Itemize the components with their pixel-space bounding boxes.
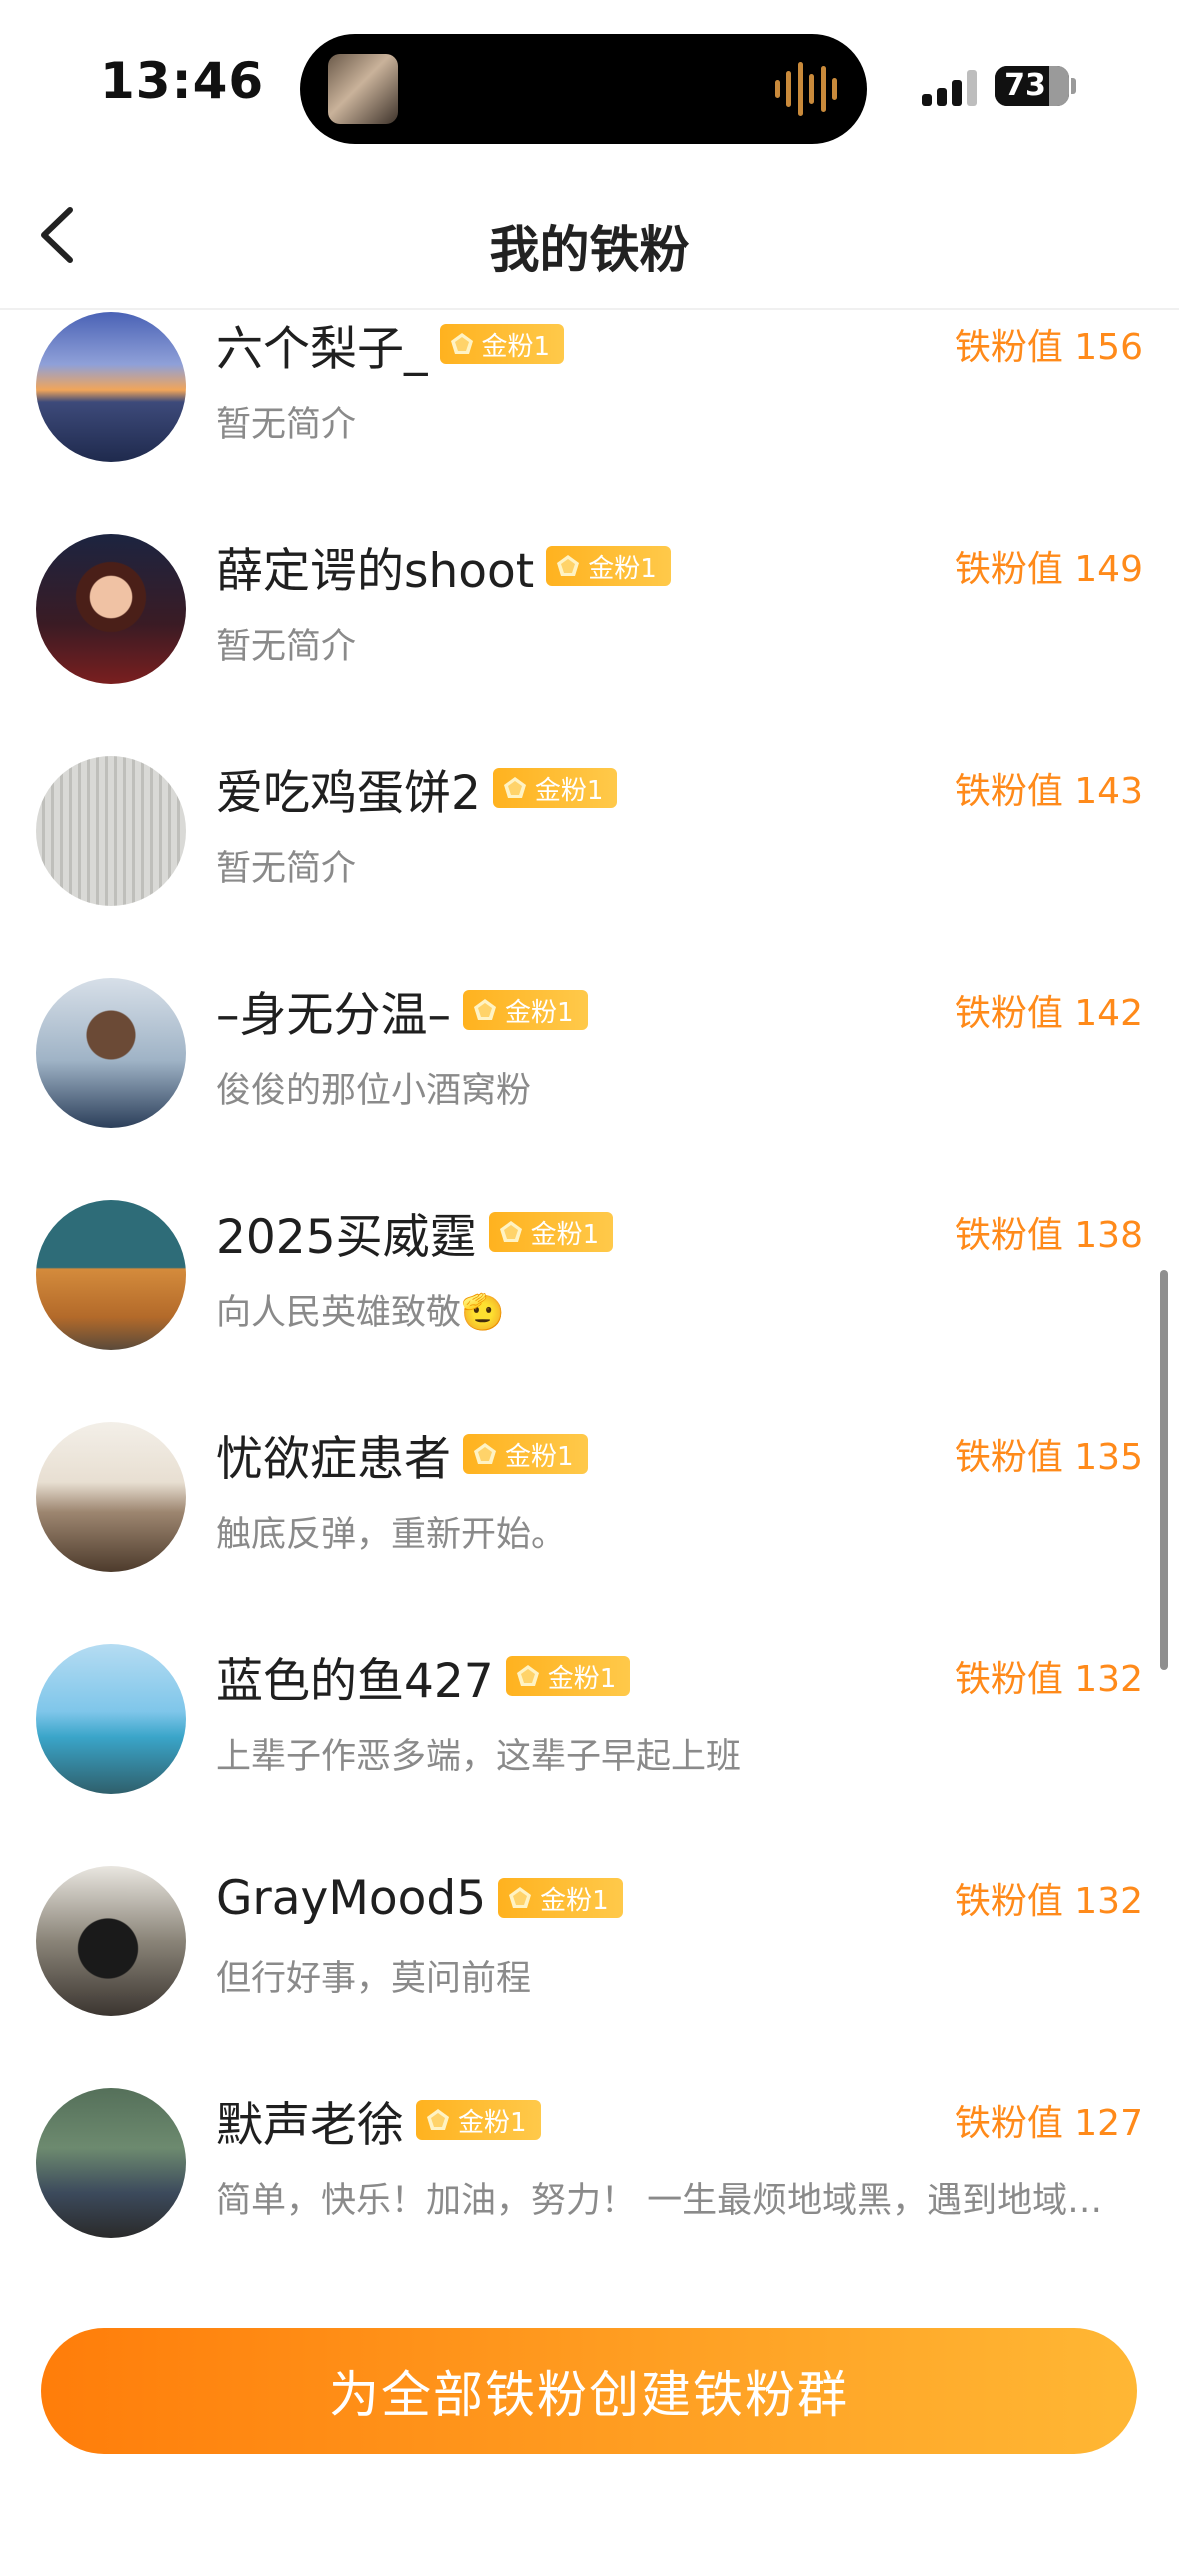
gem-icon [474, 999, 496, 1020]
fan-score: 铁粉值 156 [954, 327, 1143, 368]
gold-fan-badge: 金粉1 [463, 1434, 588, 1474]
badge-label: 金粉1 [530, 1219, 600, 1250]
gem-icon [503, 777, 526, 798]
fan-row[interactable]: 爱吃鸡蛋饼2 金粉1 铁粉值 143 暂无简介 [0, 756, 1179, 978]
cellular-signal-icon [922, 70, 980, 106]
fan-score: 铁粉值 135 [954, 1437, 1143, 1478]
fan-list[interactable]: 六个梨子_ 金粉1 铁粉值 156 暂无简介 薛定谔的shoot 金粉1 铁粉值 149 暂无… [0, 312, 1179, 2302]
badge-label: 金粉1 [588, 553, 657, 584]
gold-fan-badge: 金粉1 [505, 1656, 631, 1696]
fan-bio: 向人民英雄致敬🫡 [216, 1293, 505, 1333]
badge-label: 金粉1 [540, 1885, 609, 1916]
avatar-portrait[interactable] [36, 534, 186, 684]
avatar-house-poster[interactable] [36, 1200, 186, 1350]
badge-label: 金粉1 [458, 2107, 527, 2138]
fan-name[interactable]: 2025买威霆 [216, 1198, 477, 1267]
avatar-seascape[interactable] [36, 312, 186, 462]
fan-row[interactable]: 薛定谔的shoot 金粉1 铁粉值 149 暂无简介 [0, 534, 1179, 756]
status-time: 13:46 [100, 52, 265, 110]
fan-row[interactable]: 六个梨子_ 金粉1 铁粉值 156 暂无简介 [0, 312, 1179, 534]
fan-name-line: GrayMood5 金粉1 [216, 1866, 623, 1930]
badge-label: 金粉1 [547, 1663, 617, 1694]
dynamic-island[interactable] [300, 34, 867, 144]
gold-fan-badge: 金粉1 [546, 546, 671, 586]
avatar-group[interactable] [36, 2088, 186, 2238]
badge-label: 金粉1 [505, 1441, 574, 1472]
avatar-beach[interactable] [36, 1644, 186, 1794]
avatar-street[interactable] [36, 1422, 186, 1572]
gem-icon [450, 333, 473, 354]
fan-row[interactable]: 忧欲症患者 金粉1 铁粉值 135 触底反弹，重新开始。 [0, 1422, 1179, 1644]
fan-bio: 俊俊的那位小酒窝粉 [216, 1071, 532, 1111]
scrollbar[interactable] [1160, 1270, 1168, 1670]
fan-row[interactable]: 2025买威霆 金粉1 铁粉值 138 向人民英雄致敬🫡 [0, 1200, 1179, 1422]
fan-name[interactable]: 薛定谔的shoot [216, 532, 534, 601]
fan-name[interactable]: 忧欲症患者 [216, 1420, 451, 1489]
fan-row[interactable]: –身无分温– 金粉1 铁粉值 142 俊俊的那位小酒窝粉 [0, 978, 1179, 1200]
avatar-person[interactable] [36, 978, 186, 1128]
fan-name-line: –身无分温– 金粉1 [216, 976, 588, 1045]
badge-label: 金粉1 [534, 775, 604, 806]
fan-name[interactable]: –身无分温– [216, 976, 451, 1045]
fan-score: 铁粉值 143 [954, 771, 1143, 812]
fan-name-line: 默声老徐 金粉1 [216, 2086, 541, 2155]
avatar-barcode[interactable] [36, 756, 186, 906]
fan-bio: 暂无简介 [216, 405, 357, 445]
gold-fan-badge: 金粉1 [463, 990, 588, 1030]
now-playing-artwork [328, 54, 398, 124]
gold-fan-badge: 金粉1 [416, 2100, 541, 2140]
fan-bio: 简单，快乐！加油，努力！ 一生最烦地域黑，遇到地域… [216, 2181, 1103, 2221]
battery-level-text: 73 [1004, 68, 1046, 103]
battery-cap [1071, 78, 1076, 94]
create-fan-group-label: 为全部铁粉创建铁粉群 [329, 2366, 849, 2424]
gem-icon [474, 1443, 496, 1464]
fan-name-line: 薛定谔的shoot 金粉1 [216, 532, 671, 601]
fan-score: 铁粉值 127 [954, 2103, 1143, 2144]
gem-icon [516, 1665, 539, 1686]
fan-row[interactable]: GrayMood5 金粉1 铁粉值 132 但行好事，莫问前程 [0, 1866, 1179, 2088]
bottom-action-area: 为全部铁粉创建铁粉群 [0, 2302, 1179, 2556]
fan-bio: 暂无简介 [216, 849, 357, 889]
fan-name[interactable]: 爱吃鸡蛋饼2 [216, 754, 481, 823]
fan-name-line: 六个梨子_ 金粉1 [216, 312, 565, 379]
badge-label: 金粉1 [481, 331, 551, 362]
gem-icon [509, 1887, 532, 1908]
gold-fan-badge: 金粉1 [488, 1212, 614, 1252]
fan-score: 铁粉值 138 [954, 1215, 1143, 1256]
fan-name[interactable]: 蓝色的鱼427 [216, 1642, 494, 1711]
fan-row[interactable]: 蓝色的鱼427 金粉1 铁粉值 132 上辈子作恶多端，这辈子早起上班 [0, 1644, 1179, 1866]
gold-fan-badge: 金粉1 [492, 768, 618, 808]
badge-label: 金粉1 [505, 997, 574, 1028]
fan-name[interactable]: 默声老徐 [216, 2086, 404, 2155]
fan-name[interactable]: GrayMood5 [216, 1871, 486, 1926]
gem-icon [557, 555, 580, 576]
fan-bio: 触底反弹，重新开始。 [216, 1515, 567, 1555]
fan-name-line: 忧欲症患者 金粉1 [216, 1420, 588, 1489]
gold-fan-badge: 金粉1 [498, 1878, 623, 1918]
gem-icon [499, 1221, 522, 1242]
nav-bar: 我的铁粉 [0, 160, 1179, 310]
fan-name[interactable]: 六个梨子_ [216, 312, 428, 379]
status-bar: 13:46 73 [0, 0, 1179, 160]
fan-bio: 上辈子作恶多端，这辈子早起上班 [216, 1737, 742, 1777]
page-title: 我的铁粉 [489, 221, 690, 279]
fan-bio: 但行好事，莫问前程 [216, 1959, 532, 1999]
fan-bio: 暂无简介 [216, 627, 357, 667]
fan-name-line: 2025买威霆 金粉1 [216, 1198, 614, 1267]
fan-row[interactable]: 默声老徐 金粉1 铁粉值 127 简单，快乐！加油，努力！ 一生最烦地域黑，遇到地域… [0, 2088, 1179, 2302]
audio-waveform-icon [775, 60, 837, 118]
fan-name-line: 爱吃鸡蛋饼2 金粉1 [216, 754, 618, 823]
fan-score: 铁粉值 142 [954, 993, 1143, 1034]
create-fan-group-button[interactable]: 为全部铁粉创建铁粉群 [41, 2328, 1137, 2454]
fan-score: 铁粉值 149 [954, 549, 1143, 590]
fan-name-line: 蓝色的鱼427 金粉1 [216, 1642, 631, 1711]
gem-icon [427, 2109, 449, 2130]
gold-fan-badge: 金粉1 [439, 324, 565, 364]
fan-score: 铁粉值 132 [954, 1881, 1143, 1922]
battery-icon: 73 [995, 66, 1069, 106]
fan-score: 铁粉值 132 [954, 1659, 1143, 1700]
avatar-person-shirt[interactable] [36, 1866, 186, 2016]
